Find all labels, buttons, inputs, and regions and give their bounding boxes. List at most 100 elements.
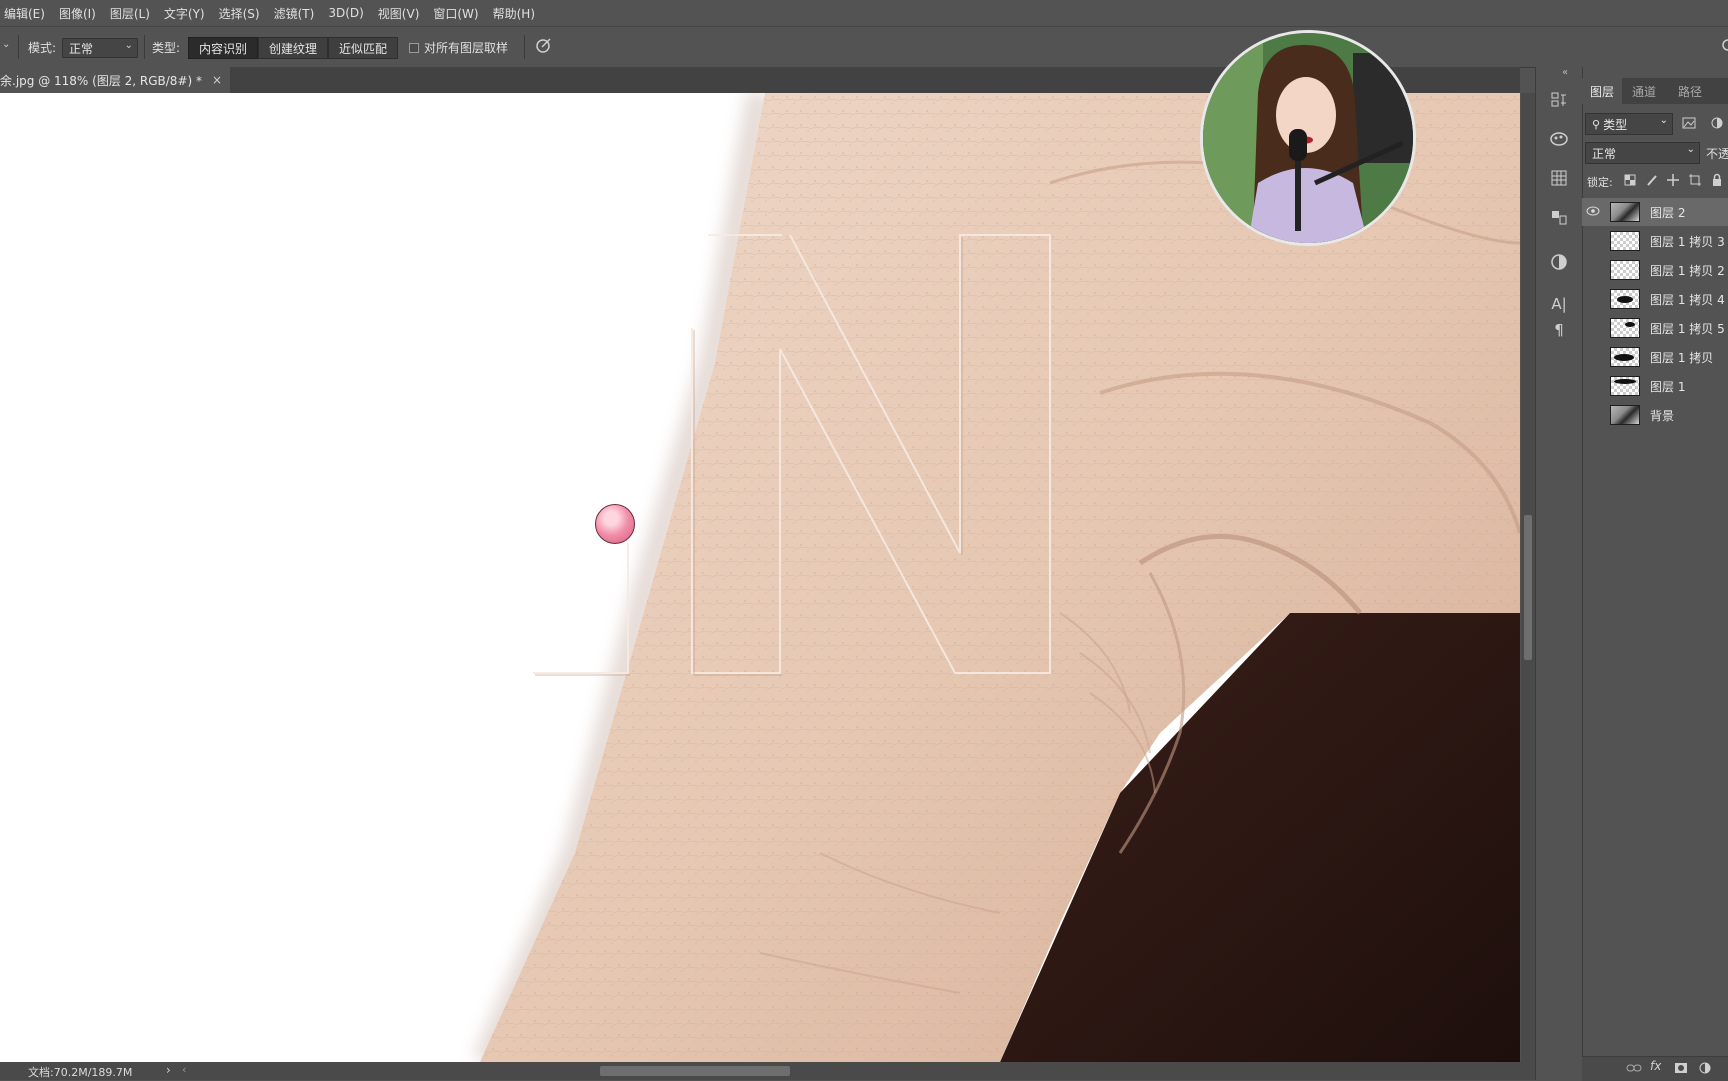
layer-name: 图层 1 拷贝 5 bbox=[1650, 321, 1725, 336]
filter-image-icon[interactable] bbox=[1682, 116, 1696, 130]
tab-paths[interactable]: 路径 bbox=[1678, 78, 1702, 104]
lock-pixels-brush-icon[interactable] bbox=[1645, 173, 1659, 187]
layer-thumbnail bbox=[1610, 289, 1640, 309]
menu-image[interactable]: 图像(I) bbox=[52, 5, 103, 22]
menu-help[interactable]: 帮助(H) bbox=[486, 5, 542, 22]
horizontal-scroll-thumb[interactable] bbox=[600, 1066, 790, 1076]
filter-adjustment-icon[interactable] bbox=[1710, 116, 1724, 130]
eye-hidden-icon[interactable] bbox=[1582, 379, 1604, 394]
layer-row[interactable]: 图层 1 拷贝 3 bbox=[1582, 227, 1728, 255]
layer-name: 图层 1 拷贝 4 bbox=[1650, 292, 1725, 307]
sample-all-layers-checkbox[interactable] bbox=[409, 43, 419, 53]
eye-hidden-icon[interactable] bbox=[1582, 408, 1604, 423]
menu-edit[interactable]: 编辑(E) bbox=[0, 5, 52, 22]
history-icon[interactable] bbox=[1548, 89, 1570, 111]
collapse-icon[interactable]: « bbox=[1562, 67, 1568, 78]
adjustment-icon[interactable] bbox=[1698, 1061, 1712, 1075]
eye-hidden-icon[interactable] bbox=[1582, 234, 1604, 249]
mask-icon[interactable] bbox=[1674, 1061, 1688, 1075]
layer-name: 图层 1 拷贝 3 bbox=[1650, 234, 1725, 249]
lock-all-icon[interactable] bbox=[1710, 173, 1724, 187]
layer-name: 图层 1 拷贝 2 bbox=[1650, 263, 1725, 278]
menu-window[interactable]: 窗口(W) bbox=[426, 5, 485, 22]
eye-hidden-icon[interactable] bbox=[1582, 292, 1604, 307]
layer-name: 图层 1 拷贝 bbox=[1650, 350, 1714, 365]
layer-thumbnail bbox=[1610, 318, 1640, 338]
color-palette-icon[interactable] bbox=[1548, 128, 1570, 150]
chevron-down-icon: ⌄ bbox=[1686, 144, 1695, 155]
options-bar: ⌄ 模式: 正常 ⌄ 类型: 内容识别 创建纹理 近似匹配 对所有图层取样 bbox=[0, 26, 1728, 68]
vertical-scroll-thumb[interactable] bbox=[1524, 515, 1532, 660]
layer-row[interactable]: 背景 bbox=[1582, 401, 1728, 429]
lock-artboard-icon[interactable] bbox=[1688, 173, 1702, 187]
menu-3d[interactable]: 3D(D) bbox=[321, 6, 370, 20]
opacity-label: 不透 bbox=[1706, 147, 1728, 161]
swatches-grid-icon[interactable] bbox=[1548, 167, 1570, 189]
scroll-left-icon[interactable]: ‹ bbox=[182, 1063, 186, 1076]
eye-hidden-icon[interactable] bbox=[1582, 321, 1604, 336]
eye-hidden-icon[interactable] bbox=[1582, 263, 1604, 278]
menu-select[interactable]: 选择(S) bbox=[212, 5, 267, 22]
layer-thumbnail bbox=[1610, 260, 1640, 280]
chevron-down-icon: ⌄ bbox=[124, 40, 133, 51]
mode-select[interactable]: 正常 ⌄ bbox=[62, 38, 138, 58]
layer-row[interactable]: 图层 1 拷贝 bbox=[1582, 343, 1728, 371]
type-label: 类型: bbox=[152, 41, 181, 55]
divider bbox=[18, 35, 19, 59]
layer-row[interactable]: 图层 1 bbox=[1582, 372, 1728, 400]
tab-channels[interactable]: 通道 bbox=[1632, 78, 1656, 104]
layer-name: 背景 bbox=[1650, 408, 1675, 423]
search-icon: ⚲ bbox=[1592, 117, 1601, 131]
menu-type[interactable]: 文字(Y) bbox=[157, 5, 212, 22]
layer-thumbnail bbox=[1610, 231, 1640, 251]
lock-transparent-icon[interactable] bbox=[1623, 173, 1637, 187]
lock-label: 锁定: bbox=[1587, 176, 1613, 189]
doc-size-status: 文档:70.2M/189.7M bbox=[28, 1066, 133, 1079]
lock-position-move-icon[interactable] bbox=[1666, 173, 1680, 187]
proximity-match-button[interactable]: 近似匹配 bbox=[328, 37, 398, 59]
create-texture-button[interactable]: 创建纹理 bbox=[258, 37, 328, 59]
eye-hidden-icon[interactable] bbox=[1582, 350, 1604, 365]
layer-thumbnail bbox=[1610, 405, 1640, 425]
tool-preset-chevron-icon[interactable]: ⌄ bbox=[2, 39, 10, 50]
menu-bar: 编辑(E) 图像(I) 图层(L) 文字(Y) 选择(S) 滤镜(T) 3D(D… bbox=[0, 0, 1728, 26]
layer-row[interactable]: 图层 2 bbox=[1582, 198, 1728, 226]
divider bbox=[144, 35, 145, 59]
webcam-overlay bbox=[1200, 30, 1416, 246]
document-tab[interactable]: 余.jpg @ 118% (图层 2, RGB/8#) * × bbox=[0, 67, 231, 93]
layer-row[interactable]: 图层 1 拷贝 5 bbox=[1582, 314, 1728, 342]
content-aware-button[interactable]: 内容识别 bbox=[188, 37, 258, 59]
layer-filter-value: 类型 bbox=[1603, 117, 1628, 132]
adjustments-icon[interactable] bbox=[1548, 251, 1570, 273]
layer-thumbnail bbox=[1610, 347, 1640, 367]
layer-row[interactable]: 图层 1 拷贝 2 bbox=[1582, 256, 1728, 284]
chevron-down-icon: ⌄ bbox=[1659, 115, 1668, 126]
tab-layers[interactable]: 图层 bbox=[1582, 78, 1623, 104]
eye-icon[interactable] bbox=[1582, 206, 1604, 219]
layer-filter-select[interactable]: ⚲ 类型 ⌄ bbox=[1585, 113, 1673, 135]
blend-mode-value: 正常 bbox=[1592, 146, 1617, 161]
layer-row[interactable]: 图层 1 拷贝 4 bbox=[1582, 285, 1728, 313]
pressure-brush-icon[interactable] bbox=[534, 35, 554, 55]
document-title: 余.jpg @ 118% (图层 2, RGB/8#) * bbox=[0, 73, 202, 88]
paragraph-icon[interactable]: ¶ bbox=[1548, 319, 1570, 341]
link-icon[interactable] bbox=[1626, 1061, 1642, 1075]
layer-name: 图层 2 bbox=[1650, 205, 1686, 220]
fx-icon[interactable]: fx bbox=[1650, 1059, 1661, 1073]
panel-icon-strip: « A| ¶ bbox=[1535, 67, 1582, 1080]
menu-filter[interactable]: 滤镜(T) bbox=[267, 5, 322, 22]
layers-panel-footer: fx bbox=[1582, 1056, 1728, 1081]
layer-thumbnail bbox=[1610, 202, 1640, 222]
mode-label: 模式: bbox=[28, 41, 57, 55]
sample-all-layers-label: 对所有图层取样 bbox=[424, 41, 509, 55]
menu-view[interactable]: 视图(V) bbox=[371, 5, 427, 22]
layer-thumbnail bbox=[1610, 376, 1640, 396]
close-icon[interactable]: × bbox=[212, 73, 222, 87]
status-arrow-icon[interactable]: › bbox=[166, 1063, 171, 1077]
libraries-icon[interactable] bbox=[1548, 206, 1570, 228]
divider bbox=[524, 35, 525, 59]
character-icon[interactable]: A| bbox=[1548, 293, 1570, 315]
menu-layer[interactable]: 图层(L) bbox=[103, 5, 157, 22]
blend-mode-select[interactable]: 正常 ⌄ bbox=[1585, 142, 1700, 164]
search-icon[interactable] bbox=[1720, 37, 1728, 55]
